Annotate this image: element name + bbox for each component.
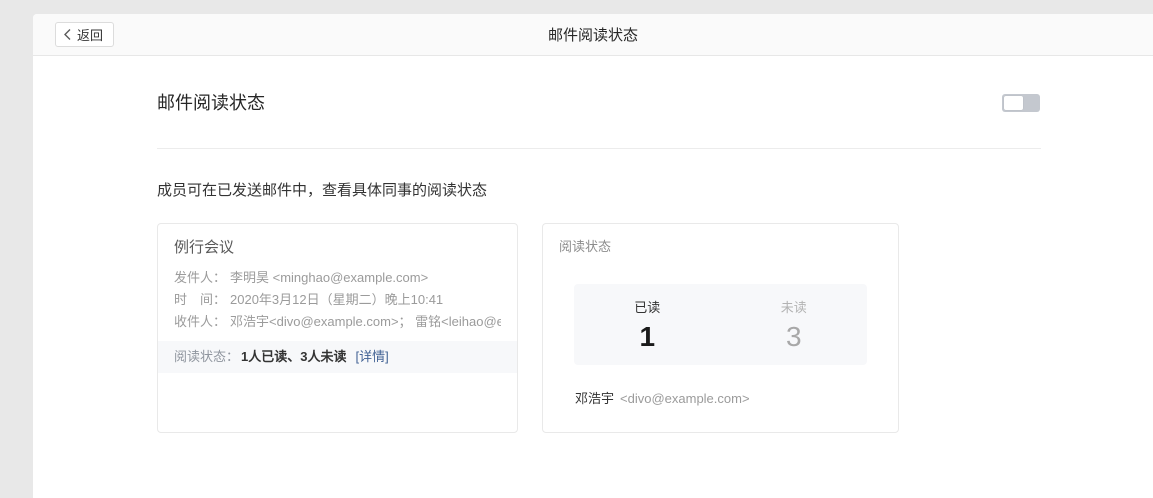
page-title: 邮件阅读状态 — [33, 24, 1153, 45]
field-value: 2020年3月12日（星期二）晚上10:41 — [230, 292, 443, 307]
divider — [157, 148, 1041, 149]
field-value: 李明昊 <minghao@example.com> — [230, 270, 428, 285]
read-count: 1 — [574, 321, 721, 353]
section-header: 邮件阅读状态 — [157, 93, 1040, 113]
mail-field-sender: 发件人： 李明昊 <minghao@example.com> — [174, 267, 501, 289]
field-label: 收件人： — [174, 314, 226, 329]
read-status-row: 阅读状态：1人已读、3人未读 [详情] — [158, 341, 517, 373]
content-area: 邮件阅读状态 成员可在已发送邮件中，查看具体同事的阅读状态 例行会议 发件人： 李… — [33, 56, 1040, 433]
mail-field-time: 时 间： 2020年3月12日（星期二）晚上10:41 — [174, 289, 501, 311]
toggle-knob — [1004, 96, 1023, 110]
unread-count: 3 — [721, 321, 868, 353]
count-panel: 已读 1 未读 3 — [574, 284, 867, 365]
reader-email: <divo@example.com> — [620, 391, 750, 406]
field-label: 发件人： — [174, 270, 226, 285]
mail-preview-card: 例行会议 发件人： 李明昊 <minghao@example.com> 时 间： 2… — [157, 223, 518, 433]
unread-label: 未读 — [721, 297, 868, 316]
section-description: 成员可在已发送邮件中，查看具体同事的阅读状态 — [157, 181, 1040, 201]
read-label: 已读 — [574, 297, 721, 316]
topbar: 返回 邮件阅读状态 — [33, 14, 1153, 56]
status-label: 阅读状态： — [174, 349, 239, 364]
field-value: 邓浩宇<divo@example.com>； 雷铭<leihao@e... — [230, 314, 501, 329]
section-heading: 邮件阅读状态 — [157, 93, 265, 113]
field-label: 时 间： — [174, 292, 226, 307]
screen: 返回 邮件阅读状态 邮件阅读状态 成员可在已发送邮件中，查看具体同事的阅读状态 … — [0, 0, 1153, 498]
back-button-label: 返回 — [77, 25, 103, 44]
cards-row: 例行会议 发件人： 李明昊 <minghao@example.com> 时 间： 2… — [157, 223, 1040, 433]
detail-link[interactable]: [详情] — [355, 349, 388, 364]
status-card-title: 阅读状态 — [559, 238, 882, 256]
main-panel: 返回 邮件阅读状态 邮件阅读状态 成员可在已发送邮件中，查看具体同事的阅读状态 … — [33, 14, 1153, 498]
unread-count-column: 未读 3 — [721, 284, 868, 365]
read-status-card: 阅读状态 已读 1 未读 3 邓浩宇 <divo@example.com> — [542, 223, 899, 433]
reader-line: 邓浩宇 <divo@example.com> — [575, 390, 882, 408]
status-summary: 1人已读、3人未读 — [241, 349, 346, 364]
read-status-toggle[interactable] — [1002, 94, 1040, 112]
back-button[interactable]: 返回 — [55, 22, 114, 47]
mail-field-recipients: 收件人： 邓浩宇<divo@example.com>； 雷铭<leihao@e..… — [174, 311, 501, 333]
reader-name: 邓浩宇 — [575, 391, 614, 406]
chevron-left-icon — [63, 28, 72, 41]
mail-subject: 例行会议 — [174, 238, 501, 258]
read-count-column: 已读 1 — [574, 284, 721, 365]
